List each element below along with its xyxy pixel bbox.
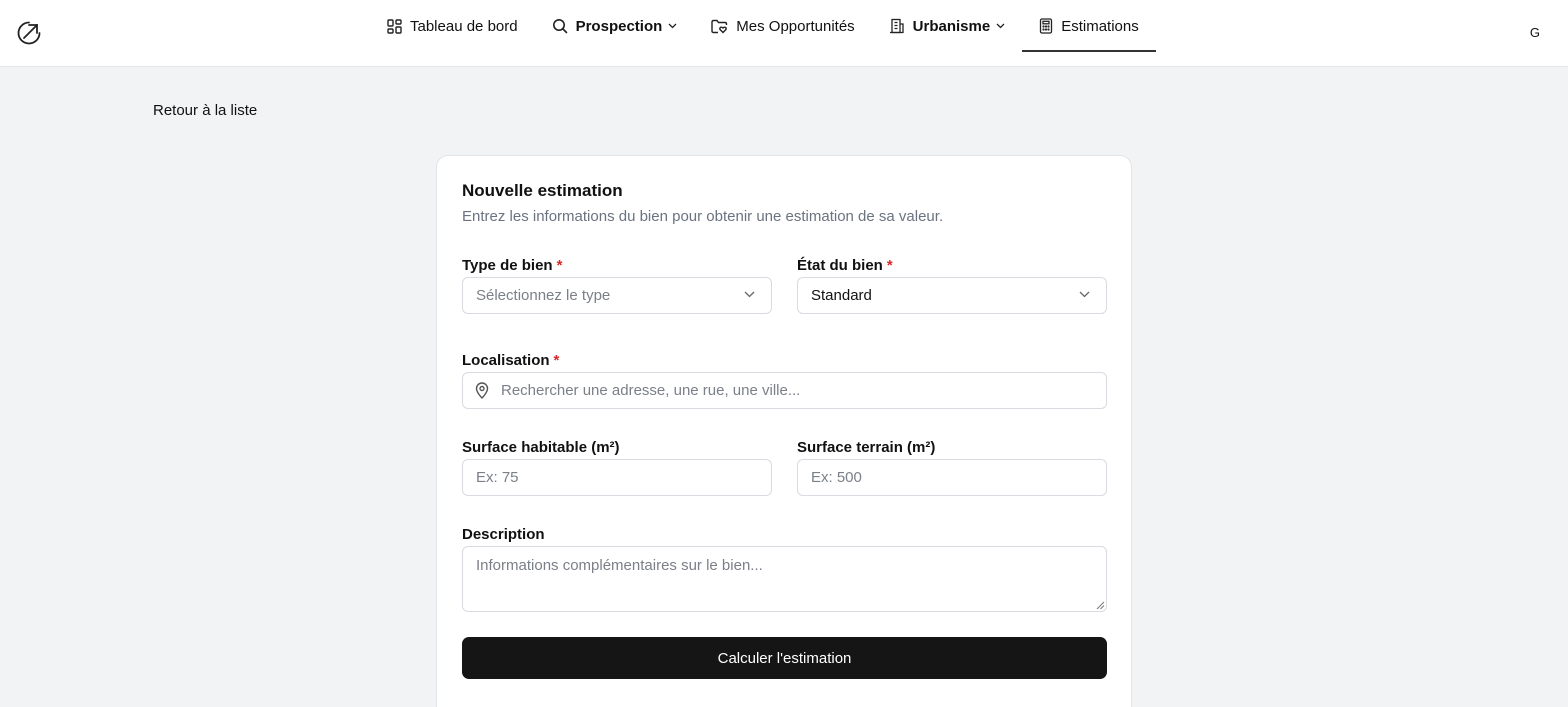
nav-item-urbanisme[interactable]: Urbanisme xyxy=(872,0,1023,52)
form-subtitle: Entrez les informations du bien pour obt… xyxy=(462,208,944,225)
dashboard-icon xyxy=(387,18,402,34)
state-label-text: État du bien xyxy=(797,257,883,274)
map-pin-icon xyxy=(475,382,489,399)
resize-handle-icon[interactable] xyxy=(1096,601,1105,610)
user-avatar[interactable]: G xyxy=(1530,25,1540,40)
living-area-label: Surface habitable (m²) xyxy=(462,439,620,456)
chevron-down-icon xyxy=(668,23,677,29)
top-navbar: Tableau de bord Prospection Mes Opportun… xyxy=(0,0,1568,67)
location-input[interactable]: Rechercher une adresse, une rue, une vil… xyxy=(462,372,1107,409)
chevron-down-icon xyxy=(1079,291,1090,298)
living-area-input[interactable] xyxy=(462,459,772,496)
nav-item-label: Tableau de bord xyxy=(410,17,518,35)
description-label: Description xyxy=(462,526,545,543)
location-label: Localisation * xyxy=(462,352,559,369)
required-mark: * xyxy=(553,352,560,369)
description-textarea[interactable] xyxy=(462,546,1107,612)
nav-item-label: Mes Opportunités xyxy=(736,17,855,35)
back-to-list-link[interactable]: Retour à la liste xyxy=(153,102,257,119)
nav-item-label: Estimations xyxy=(1061,17,1139,35)
form-title: Nouvelle estimation xyxy=(462,181,623,200)
building-icon xyxy=(889,18,904,34)
state-label: État du bien * xyxy=(797,257,893,274)
chevron-down-icon xyxy=(996,23,1005,29)
estimation-form-card: Nouvelle estimation Entrez les informati… xyxy=(436,155,1132,707)
calculator-icon xyxy=(1040,18,1053,34)
search-icon xyxy=(552,19,567,34)
required-mark: * xyxy=(556,257,563,274)
nav-item-dashboard[interactable]: Tableau de bord xyxy=(370,0,535,52)
nav-item-opportunities[interactable]: Mes Opportunités xyxy=(694,0,871,52)
nav-item-label: Prospection xyxy=(575,17,663,35)
nav-item-prospection[interactable]: Prospection xyxy=(535,0,695,52)
folder-heart-icon xyxy=(711,19,728,33)
type-label-text: Type de bien xyxy=(462,257,553,274)
main-nav: Tableau de bord Prospection Mes Opportun… xyxy=(370,0,1156,67)
location-label-text: Localisation xyxy=(462,352,550,369)
type-select-placeholder: Sélectionnez le type xyxy=(476,287,611,304)
nav-item-estimations[interactable]: Estimations xyxy=(1022,0,1156,52)
nav-item-label: Urbanisme xyxy=(912,17,991,35)
type-select[interactable]: Sélectionnez le type xyxy=(462,277,772,314)
chevron-down-icon xyxy=(744,291,755,298)
required-mark: * xyxy=(886,257,893,274)
land-area-input[interactable] xyxy=(797,459,1107,496)
land-area-label: Surface terrain (m²) xyxy=(797,439,936,456)
logo-icon[interactable] xyxy=(16,20,42,46)
calculate-estimation-button[interactable]: Calculer l'estimation xyxy=(462,637,1107,679)
type-label: Type de bien * xyxy=(462,257,562,274)
state-select-value: Standard xyxy=(811,287,872,304)
state-select[interactable]: Standard xyxy=(797,277,1107,314)
location-placeholder: Rechercher une adresse, une rue, une vil… xyxy=(501,382,801,399)
